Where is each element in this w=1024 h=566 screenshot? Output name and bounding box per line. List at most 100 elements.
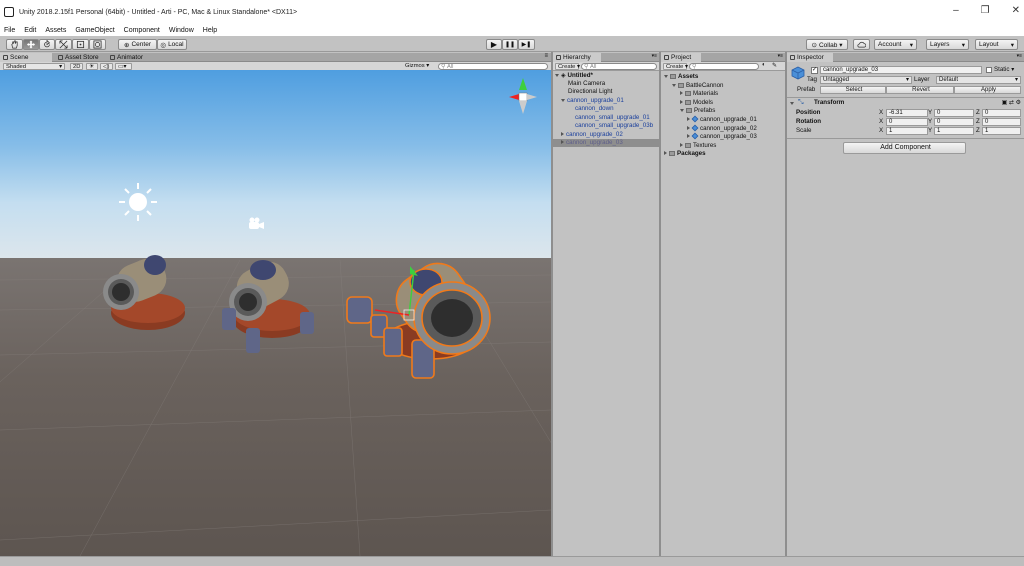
rotate-tool-button[interactable] <box>39 39 55 50</box>
project-item[interactable]: cannon_upgrade_01 <box>687 115 757 124</box>
position-y-field[interactable]: 0 <box>934 109 974 117</box>
collab-button[interactable]: ⊙ Collab ▾ <box>806 39 848 50</box>
add-component-button[interactable]: Add Component <box>843 142 966 154</box>
project-search-input[interactable]: ⚲ <box>689 63 759 70</box>
pivot-icon: ⊕ <box>124 41 130 49</box>
lighting-toggle[interactable]: ☀ <box>86 63 98 70</box>
cannon-upgrade-02[interactable] <box>222 255 314 353</box>
scene-viewport[interactable] <box>0 70 551 556</box>
project-item[interactable]: BattleCannon <box>672 82 724 90</box>
menu-gameobject[interactable]: GameObject <box>75 27 114 34</box>
hierarchy-item[interactable]: Directional Light <box>568 88 612 96</box>
shading-mode-dropdown[interactable]: Shaded ▾ <box>3 63 65 70</box>
component-menu-icons[interactable]: ▣ ⇄ ⚙ <box>1002 99 1021 106</box>
menu-file[interactable]: File <box>4 27 15 34</box>
camera-gizmo[interactable] <box>249 217 264 230</box>
hierarchy-item[interactable]: cannon_upgrade_01 <box>561 97 624 105</box>
directional-light-gizmo[interactable] <box>119 183 157 221</box>
hierarchy-item[interactable]: cannon_small_upgrade_01 <box>575 114 650 122</box>
project-item[interactable]: cannon_upgrade_02 <box>687 124 757 133</box>
panel-menu-icon[interactable]: ▾≡ <box>1017 53 1022 59</box>
filter-label-icon[interactable]: ✎ <box>772 62 777 69</box>
project-item[interactable]: Models <box>680 99 713 107</box>
cloud-button[interactable] <box>853 39 870 50</box>
scale-tool-button[interactable] <box>55 39 72 50</box>
cannon-upgrade-03[interactable] <box>346 254 491 379</box>
position-z-field[interactable]: 0 <box>982 109 1021 117</box>
layer-dropdown[interactable]: Default ▾ <box>936 76 1021 84</box>
tag-dropdown[interactable]: Untagged ▾ <box>820 76 912 84</box>
object-name-input[interactable]: cannon_upgrade_03 <box>820 66 982 74</box>
tab-project[interactable]: Project <box>661 53 701 62</box>
project-item[interactable]: Textures <box>680 142 716 150</box>
hierarchy-item[interactable]: Main Camera <box>568 80 605 88</box>
rotation-x-field[interactable]: 0 <box>886 118 928 126</box>
close-button[interactable]: ✕ <box>1012 5 1020 16</box>
project-item[interactable]: Materials <box>680 90 718 98</box>
transform-tool-button[interactable] <box>89 39 106 50</box>
scale-y-field[interactable]: 1 <box>934 127 974 135</box>
position-label: Position <box>796 109 821 116</box>
space-toggle[interactable]: ◎ Local <box>157 39 187 50</box>
tab-inspector[interactable]: Inspector <box>787 53 833 62</box>
prefab-revert-button[interactable]: Revert <box>886 86 954 94</box>
panel-menu-icon[interactable]: ▾≡ <box>652 53 657 59</box>
scene-search-input[interactable]: ⚲ All <box>438 63 548 70</box>
scale-z-field[interactable]: 1 <box>982 127 1021 135</box>
gizmos-dropdown[interactable]: Gizmos ▾ <box>403 63 435 70</box>
hierarchy-search-input[interactable]: ⚲ All <box>581 63 657 70</box>
tab-hierarchy[interactable]: Hierarchy <box>553 53 601 62</box>
tab-scene[interactable]: Scene <box>0 53 52 62</box>
rotation-y-field[interactable]: 0 <box>934 118 974 126</box>
pivot-toggle[interactable]: ⊕ Center <box>118 39 157 50</box>
tab-asset-store[interactable]: Asset Store <box>55 53 105 62</box>
hierarchy-item[interactable]: cannon_upgrade_02 <box>561 131 623 139</box>
2d-toggle[interactable]: 2D <box>70 63 83 70</box>
pause-button[interactable]: ❚❚ <box>502 39 518 50</box>
panel-menu-icon[interactable]: ≡ <box>544 53 548 59</box>
hierarchy-create-dropdown[interactable]: Create ▾ <box>555 63 580 70</box>
active-checkbox[interactable]: ✓ <box>811 67 818 74</box>
cannon-upgrade-01[interactable] <box>103 253 185 330</box>
prefab-apply-button[interactable]: Apply <box>954 86 1021 94</box>
menu-window[interactable]: Window <box>169 27 194 34</box>
filter-type-icon[interactable]: ◐ <box>762 62 766 68</box>
rotation-z-field[interactable]: 0 <box>982 118 1021 126</box>
hierarchy-item[interactable]: cannon_down <box>575 105 614 113</box>
position-x-field[interactable]: -6.31 <box>886 109 928 117</box>
hierarchy-item-selected[interactable]: cannon_upgrade_03 <box>553 139 659 147</box>
move-tool-button[interactable] <box>23 39 39 50</box>
scene-root-row[interactable]: ◈ Untitled* <box>555 72 593 80</box>
static-checkbox[interactable] <box>986 67 992 73</box>
account-dropdown[interactable]: Account ▾ <box>874 39 917 50</box>
rect-tool-button[interactable] <box>72 39 89 50</box>
hierarchy-item[interactable]: cannon_small_upgrade_03b <box>575 122 653 130</box>
layout-dropdown[interactable]: Layout ▾ <box>975 39 1018 50</box>
hand-tool-button[interactable] <box>6 39 23 50</box>
layers-label: Layers <box>930 41 950 48</box>
menu-component[interactable]: Component <box>124 27 160 34</box>
menu-edit[interactable]: Edit <box>24 27 36 34</box>
orientation-gizmo[interactable] <box>506 76 540 120</box>
minimize-button[interactable]: – <box>953 5 959 16</box>
transform-header[interactable]: ⤡ Transform ▣ ⇄ ⚙ <box>787 99 1024 108</box>
play-button[interactable]: ▶ <box>486 39 502 50</box>
prefab-select-button[interactable]: Select <box>820 86 886 94</box>
effects-dropdown[interactable]: ▭▾ <box>115 63 132 70</box>
project-create-dropdown[interactable]: Create ▾ <box>663 63 688 70</box>
menu-assets[interactable]: Assets <box>45 27 66 34</box>
panel-menu-icon[interactable]: ▾≡ <box>778 53 783 59</box>
project-item[interactable]: Packages <box>664 150 706 158</box>
scale-x-field[interactable]: 1 <box>886 127 928 135</box>
static-dropdown[interactable]: Static ▾ <box>994 66 1014 74</box>
project-item[interactable]: Prefabs <box>680 107 715 115</box>
menu-help[interactable]: Help <box>203 27 217 34</box>
collapse-arrow-icon <box>680 91 683 95</box>
tab-animator[interactable]: Animator <box>107 53 152 62</box>
layers-dropdown[interactable]: Layers ▾ <box>926 39 969 50</box>
maximize-button[interactable]: ❐ <box>981 5 990 16</box>
step-button[interactable]: ▶❚ <box>518 39 535 50</box>
project-item[interactable]: Assets <box>664 73 698 81</box>
project-item[interactable]: cannon_upgrade_03 <box>687 132 757 141</box>
audio-toggle[interactable]: ◁) <box>100 63 113 70</box>
